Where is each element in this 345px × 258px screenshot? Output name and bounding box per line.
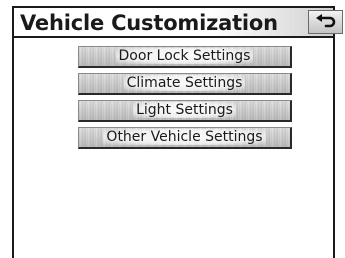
menu-item-label: Door Lock Settings bbox=[115, 48, 254, 64]
frame-left-border bbox=[12, 38, 14, 258]
climate-settings-button[interactable]: Climate Settings bbox=[78, 73, 292, 95]
settings-menu: Door Lock Settings Climate Settings Ligh… bbox=[78, 46, 292, 154]
door-lock-settings-button[interactable]: Door Lock Settings bbox=[78, 46, 292, 68]
frame-right-border bbox=[333, 38, 335, 258]
light-settings-button[interactable]: Light Settings bbox=[78, 100, 292, 122]
back-button[interactable] bbox=[308, 10, 343, 34]
page-title: Vehicle Customization bbox=[20, 11, 278, 35]
title-bar: Vehicle Customization bbox=[12, 6, 343, 38]
menu-item-label: Other Vehicle Settings bbox=[103, 129, 266, 145]
return-arrow-icon bbox=[315, 14, 335, 28]
vehicle-customization-screen: Vehicle Customization Door Lock Settings… bbox=[0, 0, 345, 258]
menu-item-label: Light Settings bbox=[133, 102, 236, 118]
menu-item-label: Climate Settings bbox=[123, 75, 246, 91]
other-vehicle-settings-button[interactable]: Other Vehicle Settings bbox=[78, 127, 292, 149]
